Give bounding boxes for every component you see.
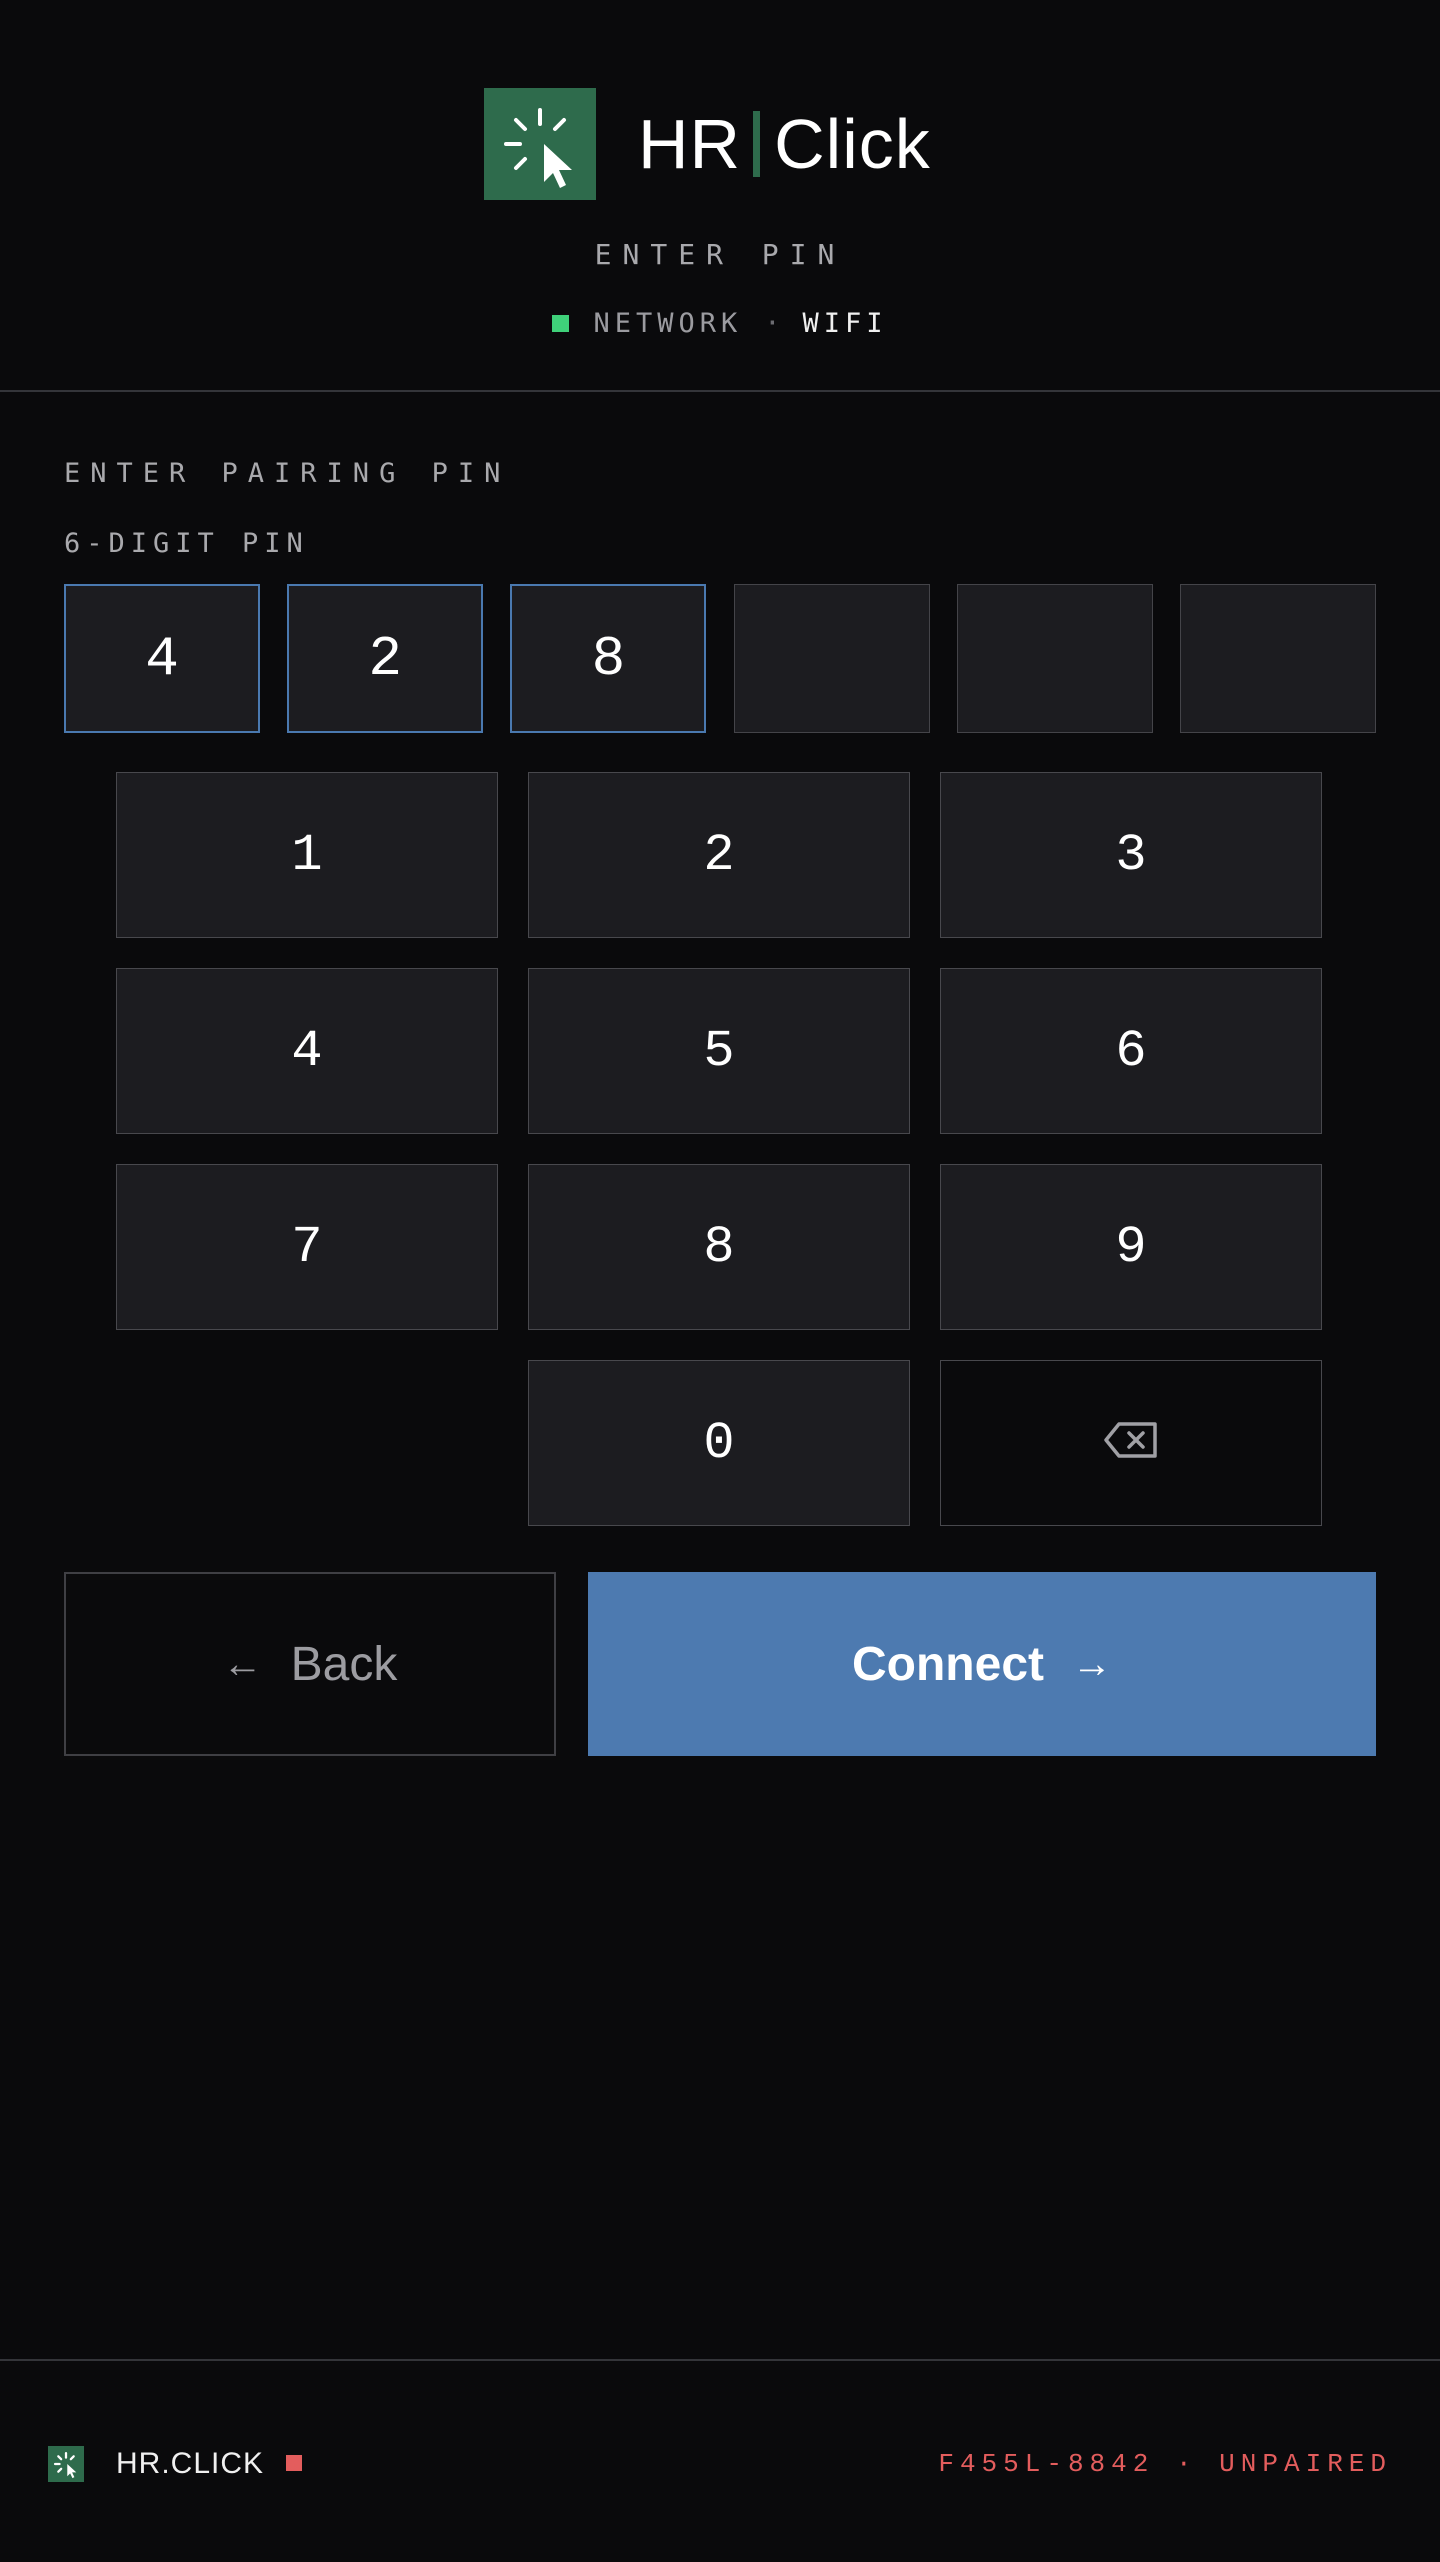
arrow-right-icon: → — [1072, 1641, 1112, 1686]
key-3[interactable]: 3 — [940, 772, 1322, 938]
arrow-left-icon: ← — [222, 1641, 263, 1686]
pin-digit-6[interactable] — [1179, 584, 1376, 733]
click-cursor-icon — [484, 88, 596, 200]
connect-button-label: Connect — [852, 1637, 1044, 1691]
app-footer: HR.CLICK F455L-8842 · UNPAIRED — [0, 2359, 1440, 2562]
back-button[interactable]: ← Back — [64, 1572, 556, 1756]
pairing-status-dot — [286, 2455, 302, 2471]
device-status: F455L-8842 · UNPAIRED — [938, 2449, 1392, 2479]
footer-brand: HR.CLICK — [116, 2447, 265, 2480]
brand-name-right: Click — [774, 105, 931, 183]
brand-divider — [753, 111, 761, 177]
footer-click-cursor-icon — [48, 2446, 84, 2482]
key-4[interactable]: 4 — [116, 968, 498, 1134]
backspace-button[interactable] — [940, 1360, 1322, 1526]
key-8[interactable]: 8 — [528, 1164, 910, 1330]
pin-label: 6-DIGIT PIN — [64, 528, 309, 559]
pin-digit-2[interactable]: 2 — [287, 584, 484, 733]
pin-digit-5[interactable] — [956, 584, 1153, 733]
key-7[interactable]: 7 — [116, 1164, 498, 1330]
screen-title: ENTER PIN — [594, 238, 846, 271]
backspace-icon — [1103, 1413, 1159, 1473]
key-2[interactable]: 2 — [528, 772, 910, 938]
pin-digit-4[interactable] — [733, 584, 930, 733]
network-status-dot — [552, 315, 570, 332]
app-header: HR Click ENTER PIN NETWORK · WIFI — [0, 0, 1440, 392]
back-button-label: Back — [290, 1637, 398, 1691]
network-separator: · — [764, 308, 781, 339]
key-9[interactable]: 9 — [940, 1164, 1322, 1330]
brand-name: HR Click — [638, 104, 931, 184]
network-label: NETWORK — [593, 308, 743, 339]
brand-logo: HR Click — [484, 88, 931, 200]
network-status: NETWORK · WIFI — [0, 308, 1440, 339]
pin-input-row[interactable]: 4 2 8 — [64, 584, 1376, 735]
pin-digit-1[interactable]: 4 — [64, 584, 260, 733]
connect-button[interactable]: Connect → — [588, 1572, 1376, 1756]
key-5[interactable]: 5 — [528, 968, 910, 1134]
key-1[interactable]: 1 — [116, 772, 498, 938]
network-value: WIFI — [802, 308, 888, 339]
section-title: ENTER PAIRING PIN — [64, 458, 511, 489]
brand-name-left: HR — [638, 105, 742, 183]
key-6[interactable]: 6 — [940, 968, 1322, 1134]
key-0[interactable]: 0 — [528, 1360, 910, 1526]
pin-digit-3[interactable]: 8 — [510, 584, 707, 733]
